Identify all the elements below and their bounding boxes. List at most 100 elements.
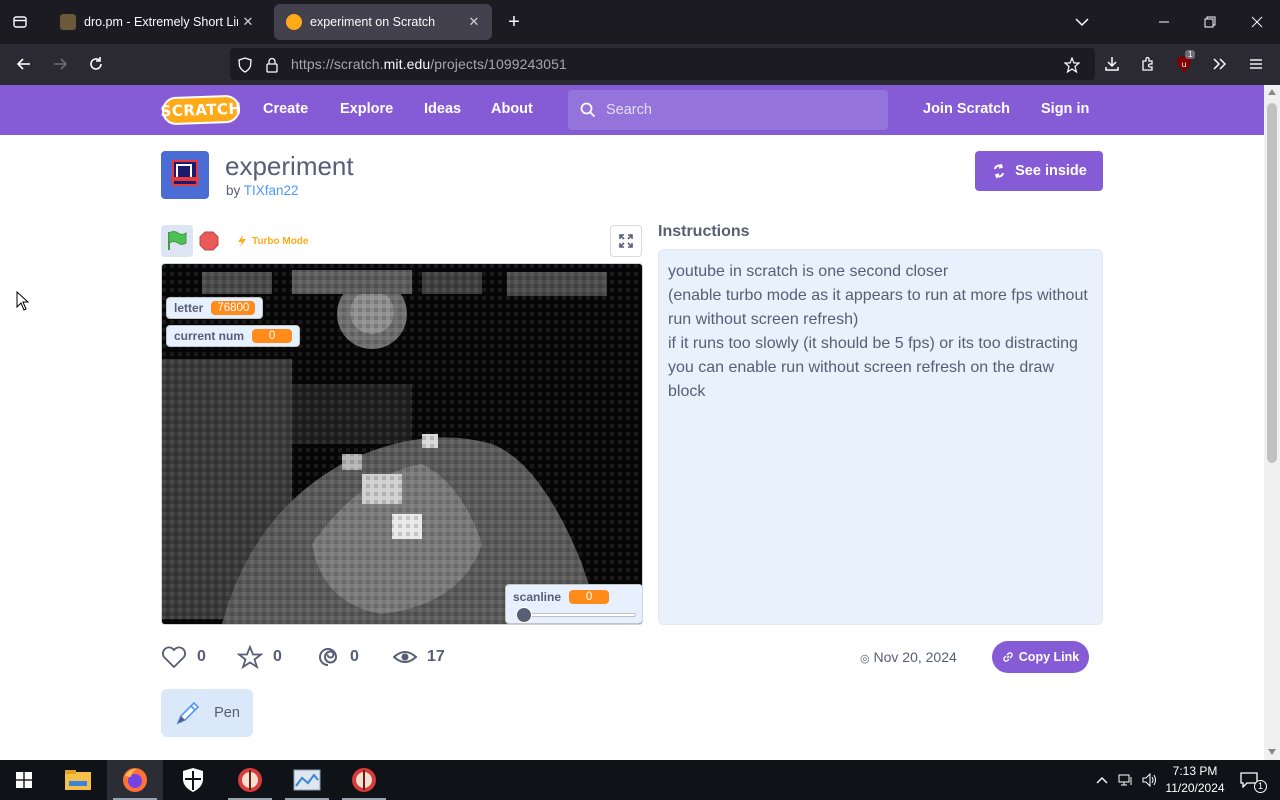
star-icon [237,645,263,669]
project-thumbnail [161,151,209,199]
volume-icon[interactable] [1138,760,1162,800]
scrollbar-thumb[interactable] [1267,103,1277,463]
close-tab-icon[interactable]: ✕ [464,12,484,32]
restore-icon[interactable] [1198,10,1222,34]
tracking-protection-shield-icon[interactable] [236,56,254,74]
view-count: 17 [427,648,445,665]
instructions-line: block [668,383,706,400]
stop-sign-icon [199,231,219,251]
eye-icon [393,651,417,663]
reload-icon[interactable] [84,52,108,76]
network-icon[interactable] [1114,760,1138,800]
tab-overflow-chevron-icon[interactable] [1070,10,1094,34]
instructions-line: (enable turbo mode as it appears to run … [668,287,1088,304]
app-taskbar-icon-2[interactable] [279,760,335,800]
close-window-icon[interactable] [1245,10,1269,34]
scanline-slider-monitor[interactable]: scanline 0 [505,584,642,624]
notification-center-icon[interactable]: 1 [1234,760,1267,800]
love-button[interactable]: 0 [161,643,206,671]
project-title[interactable]: experiment [225,151,354,182]
favorite-count: 0 [273,648,282,665]
nav-about[interactable]: About [491,101,533,117]
bookmark-star-icon[interactable] [1062,55,1082,75]
join-scratch-link[interactable]: Join Scratch [923,101,1010,117]
monitor-value: 0 [252,329,293,343]
clock-time: 7:13 PM [1172,764,1218,778]
current-num-variable-monitor[interactable]: current num 0 [166,325,301,347]
url-text: https://scratch.mit.edu/projects/1099243… [291,56,567,72]
share-date: ◎ Nov 20, 2024 [860,649,957,665]
instructions-line: if it runs too slowly (it should be 5 fp… [668,335,1078,352]
author-link[interactable]: TIXfan22 [244,183,299,198]
lightning-bolt-icon [238,235,246,247]
monitor-label: current num [174,329,245,343]
firefox-taskbar-icon[interactable] [107,760,163,800]
url-host: mit.edu [383,56,431,72]
love-count: 0 [197,648,206,665]
turbo-mode-indicator: Turbo Mode [237,235,308,247]
favorite-button[interactable]: 0 [237,643,282,671]
windows-taskbar: 7:13 PM 11/20/2024 1 [0,760,1280,800]
scanline-slider-track[interactable] [516,607,636,623]
nav-explore[interactable]: Explore [340,101,393,117]
scanline-slider-handle[interactable] [516,607,532,623]
mouse-cursor-icon [16,291,30,311]
scratch-logo[interactable]: SCRATCH [160,94,242,126]
svg-text:u: u [1181,60,1186,69]
monitor-label: letter [174,301,204,315]
security-shield-taskbar-icon[interactable] [165,760,221,800]
instructions-line: run without screen refresh) [668,311,859,328]
monitor-value: 76800 [211,301,256,315]
project-stage[interactable]: letter 76800 current num 0 scanline 0 [161,263,643,625]
monitor-label: scanline [513,590,562,604]
page-scrollbar[interactable] [1264,85,1280,760]
share-date-text: Nov 20, 2024 [873,649,957,665]
heart-icon [162,646,186,669]
ublock-extension-icon[interactable]: u 1 [1172,50,1196,76]
minimize-icon[interactable] [1152,10,1176,34]
remix-count: 0 [350,648,359,665]
see-inside-button[interactable]: See inside [975,151,1103,191]
copy-link-button[interactable]: Copy Link [992,641,1089,673]
green-flag-button[interactable] [161,225,193,257]
file-explorer-icon[interactable] [50,760,106,800]
see-inside-icon [991,163,1007,179]
address-bar[interactable]: https://scratch.mit.edu/projects/1099243… [230,48,1095,80]
views-stat: 17 [393,643,445,671]
letter-variable-monitor[interactable]: letter 76800 [166,297,264,319]
sign-in-link[interactable]: Sign in [1041,101,1089,117]
nav-ideas[interactable]: Ideas [424,101,461,117]
scroll-down-arrow-icon[interactable] [1268,749,1276,755]
extensions-puzzle-icon[interactable] [1136,52,1160,76]
taskbar-clock[interactable]: 7:13 PM 11/20/2024 [1160,763,1230,797]
fullscreen-button[interactable] [610,225,642,257]
scroll-up-arrow-icon[interactable] [1268,89,1276,95]
windows-start-icon[interactable] [0,760,48,800]
tab-scratch-experiment[interactable]: experiment on Scratch ✕ [274,4,492,40]
tab-dro-pm[interactable]: dro.pm - Extremely Short Links ✕ [48,4,266,40]
pen-extension-chip[interactable]: Pen [161,689,253,737]
search-placeholder: Search [606,102,652,118]
app-taskbar-icon-1[interactable] [222,760,278,800]
by-label: by [226,183,241,198]
notification-count: 1 [1254,780,1267,793]
search-input[interactable]: Search [568,90,888,130]
stop-button[interactable] [199,231,219,251]
lock-icon[interactable] [263,56,281,74]
remix-count-stat: 0 [316,643,359,671]
project-author-line: by TIXfan22 [226,183,299,198]
back-icon[interactable] [12,52,36,76]
browser-tab-bar: dro.pm - Extremely Short Links ✕ experim… [0,0,1280,44]
new-tab-icon[interactable]: + [502,10,526,34]
list-all-tabs-icon[interactable] [8,10,32,34]
fullscreen-icon [619,234,633,248]
hamburger-menu-icon[interactable] [1244,52,1268,76]
nav-create[interactable]: Create [263,101,308,117]
pen-extension-label: Pen [214,705,240,721]
more-tools-chevrons-icon[interactable] [1208,52,1232,76]
downloads-icon[interactable] [1100,52,1124,76]
forward-icon[interactable] [48,52,72,76]
app-taskbar-icon-3[interactable] [336,760,392,800]
show-hidden-icons-chevron-icon[interactable] [1090,760,1114,800]
close-tab-icon[interactable]: ✕ [238,12,258,32]
